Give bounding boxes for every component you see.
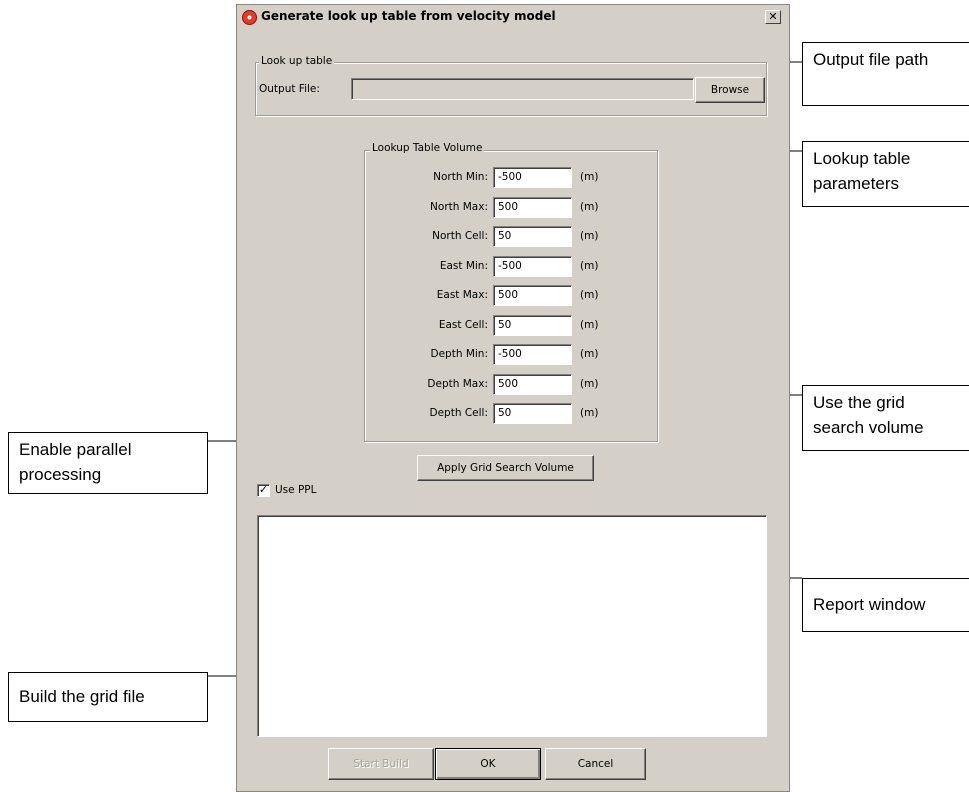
- lookup-volume-legend: Lookup Table Volume: [370, 142, 485, 154]
- dialog-window: Generate look up table from velocity mod…: [236, 4, 790, 792]
- browse-button[interactable]: Browse: [695, 77, 765, 103]
- use-ppl-label: Use PPL: [275, 484, 317, 496]
- dialog-title: Generate look up table from velocity mod…: [261, 9, 556, 23]
- volume-row-unit: (m): [580, 318, 599, 331]
- use-ppl-checkbox[interactable]: ✓: [257, 484, 270, 497]
- volume-row-label: East Min:: [439, 259, 488, 272]
- volume-row-input[interactable]: 500: [493, 196, 572, 218]
- output-file-input[interactable]: [351, 78, 694, 100]
- output-file-callout: Output file path: [802, 42, 969, 106]
- volume-row-label: Depth Cell:: [429, 407, 488, 419]
- volume-row-unit: (m): [580, 259, 599, 272]
- check-icon: ✓: [258, 483, 269, 496]
- close-icon: ✕: [768, 10, 778, 23]
- volume-row-unit: (m): [580, 200, 599, 213]
- volume-row-input[interactable]: 500: [493, 373, 572, 395]
- ok-button[interactable]: OK: [435, 748, 541, 780]
- volume-row-label: Depth Min:: [430, 348, 489, 360]
- title-bar: Generate look up table from velocity mod…: [237, 5, 789, 29]
- volume-row-unit: (m): [580, 377, 599, 390]
- lookup-table-legend: Look up table: [259, 55, 335, 67]
- close-button[interactable]: ✕: [765, 10, 781, 24]
- volume-row-unit: (m): [580, 230, 599, 242]
- apply-grid-search-button[interactable]: Apply Grid Search Volume: [417, 455, 594, 481]
- volume-row-input[interactable]: 50: [493, 403, 572, 424]
- volume-row-unit: (m): [580, 289, 599, 301]
- volume-row-unit: (m): [580, 171, 599, 183]
- parallel-callout: Enable parallel processing: [8, 432, 208, 494]
- start-build-button[interactable]: Start Build: [328, 748, 434, 780]
- volume-row-input[interactable]: 50: [493, 226, 572, 247]
- cancel-button[interactable]: Cancel: [545, 748, 646, 780]
- report-window[interactable]: [257, 515, 767, 737]
- lookup-params-callout: Lookup table parameters: [802, 141, 969, 207]
- volume-row-input[interactable]: 50: [493, 314, 572, 336]
- volume-row-label: Depth Max:: [427, 377, 488, 390]
- volume-row-input[interactable]: 500: [493, 285, 572, 306]
- volume-row-input[interactable]: -500: [493, 344, 572, 365]
- volume-row-label: North Max:: [430, 200, 488, 213]
- volume-row-label: North Cell:: [432, 230, 488, 242]
- volume-row-label: East Max:: [436, 289, 488, 301]
- app-icon: [242, 10, 257, 25]
- volume-row-label: North Min:: [433, 171, 488, 183]
- report-callout: Report window: [802, 578, 969, 632]
- grid-search-callout: Use the grid search volume: [802, 385, 969, 451]
- build-callout: Build the grid file: [8, 672, 208, 722]
- volume-row-input[interactable]: -500: [493, 167, 572, 188]
- volume-row-label: East Cell:: [438, 318, 488, 331]
- volume-row-unit: (m): [580, 348, 599, 360]
- volume-row-input[interactable]: -500: [493, 255, 572, 277]
- output-file-label: Output File:: [259, 83, 320, 95]
- volume-row-unit: (m): [580, 407, 599, 419]
